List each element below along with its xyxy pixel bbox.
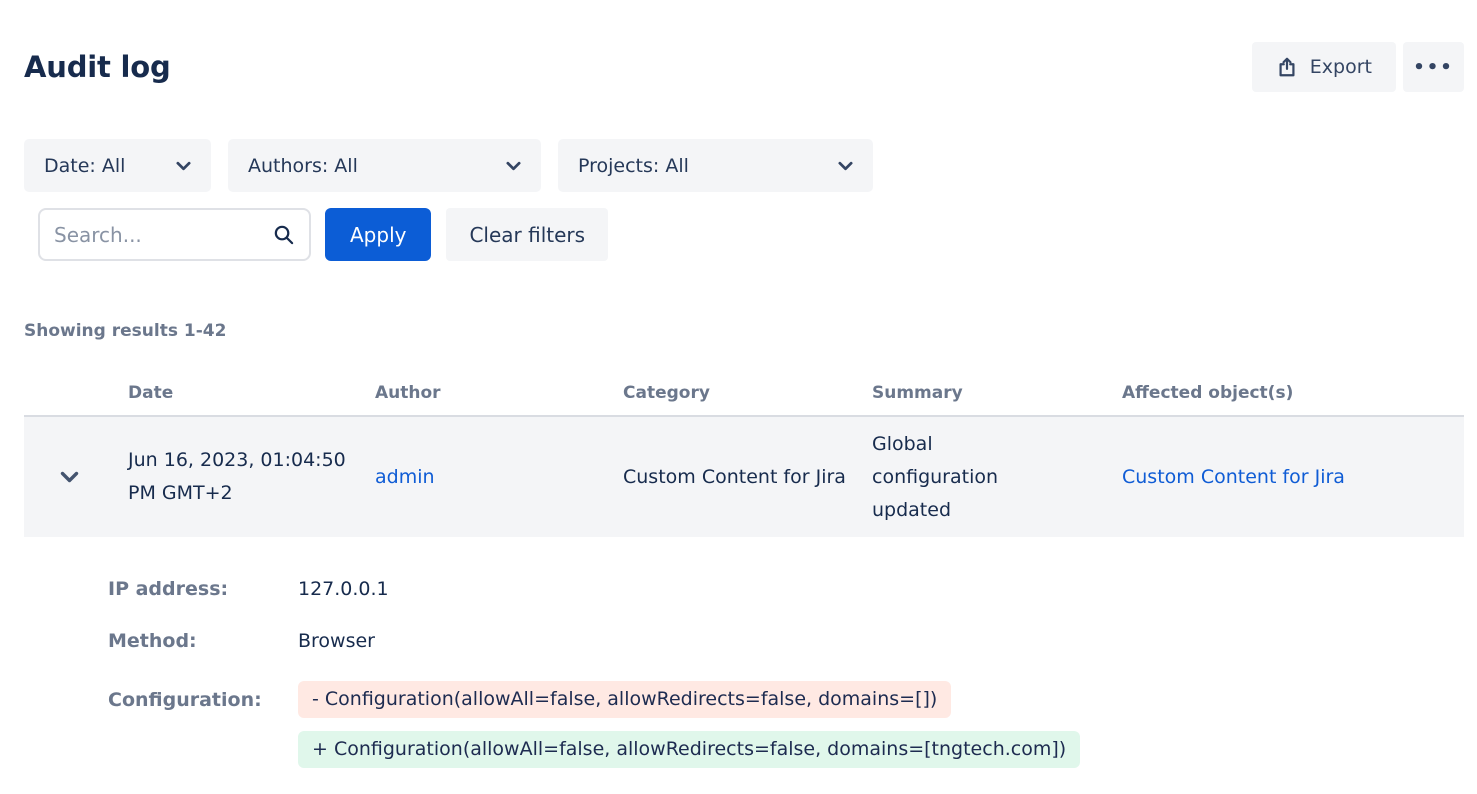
search-box <box>38 208 311 261</box>
cell-date: Jun 16, 2023, 01:04:50 PM GMT+2 <box>128 444 375 510</box>
author-link[interactable]: admin <box>375 466 435 488</box>
ip-address-value: 127.0.0.1 <box>298 577 389 602</box>
column-header-date: Date <box>128 383 375 415</box>
page-header: Audit log Export ••• <box>24 40 1464 94</box>
authors-filter-label: Authors: All <box>248 155 358 177</box>
config-diff-added-line: + Configuration(allowAll=false, allowRed… <box>298 731 1080 768</box>
configuration-label: Configuration: <box>108 681 298 768</box>
results-count: Showing results 1-42 <box>24 321 1464 341</box>
method-label: Method: <box>108 629 298 654</box>
column-header-summary: Summary <box>872 383 1122 415</box>
projects-filter-dropdown[interactable]: Projects: All <box>558 139 873 192</box>
detail-row-ip: IP address: 127.0.0.1 <box>108 577 1464 602</box>
configuration-diff: - Configuration(allowAll=false, allowRed… <box>298 681 1080 768</box>
page-title: Audit log <box>24 50 171 84</box>
cell-category: Custom Content for Jira <box>623 461 872 494</box>
chevron-down-icon <box>838 161 853 171</box>
clear-filters-button[interactable]: Clear filters <box>446 208 608 261</box>
row-summary-text: Global configuration updated <box>872 428 1037 527</box>
more-actions-button[interactable]: ••• <box>1403 42 1464 92</box>
filters-row: Date: All Authors: All Projects: All <box>24 139 1464 192</box>
apply-button[interactable]: Apply <box>325 208 431 261</box>
column-header-author: Author <box>375 383 623 415</box>
audit-table: Date Author Category Summary Affected ob… <box>24 383 1464 768</box>
projects-filter-label: Projects: All <box>578 155 689 177</box>
ip-address-label: IP address: <box>108 577 298 602</box>
column-spacer <box>24 383 128 415</box>
ellipsis-icon: ••• <box>1413 57 1454 78</box>
config-diff-removed-line: - Configuration(allowAll=false, allowRed… <box>298 681 951 718</box>
row-expand-cell <box>24 471 128 484</box>
chevron-down-icon <box>506 161 521 171</box>
date-filter-label: Date: All <box>44 155 125 177</box>
row-date-text: Jun 16, 2023, 01:04:50 PM GMT+2 <box>128 444 348 510</box>
export-button[interactable]: Export <box>1252 42 1396 92</box>
authors-filter-dropdown[interactable]: Authors: All <box>228 139 541 192</box>
row-category-text: Custom Content for Jira <box>623 461 846 494</box>
column-header-affected: Affected object(s) <box>1122 383 1464 415</box>
method-value: Browser <box>298 629 375 654</box>
column-header-category: Category <box>623 383 872 415</box>
cell-author: admin <box>375 461 623 494</box>
collapse-row-chevron-icon[interactable] <box>60 471 79 484</box>
export-button-label: Export <box>1310 56 1372 78</box>
detail-row-method: Method: Browser <box>108 629 1464 654</box>
header-actions: Export ••• <box>1252 42 1464 92</box>
affected-object-link[interactable]: Custom Content for Jira <box>1122 466 1345 488</box>
cell-summary: Global configuration updated <box>872 428 1122 527</box>
table-row: Jun 16, 2023, 01:04:50 PM GMT+2 admin Cu… <box>24 417 1464 537</box>
search-input[interactable] <box>54 223 272 247</box>
search-row: Apply Clear filters <box>24 208 1464 261</box>
export-upload-icon <box>1276 56 1298 78</box>
date-filter-dropdown[interactable]: Date: All <box>24 139 211 192</box>
chevron-down-icon <box>176 161 191 171</box>
audit-log-page: Audit log Export ••• Date: All <box>24 40 1464 768</box>
detail-row-configuration: Configuration: - Configuration(allowAll=… <box>108 681 1464 768</box>
search-icon <box>272 223 295 246</box>
table-header-row: Date Author Category Summary Affected ob… <box>24 383 1464 417</box>
row-details-panel: IP address: 127.0.0.1 Method: Browser Co… <box>24 537 1464 768</box>
cell-affected-objects: Custom Content for Jira <box>1122 461 1464 494</box>
